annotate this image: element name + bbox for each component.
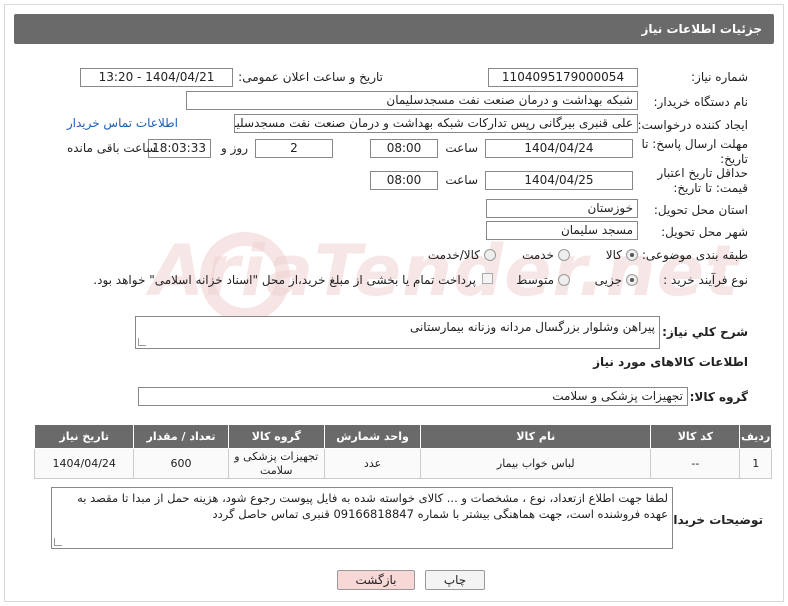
goods-section-title: اطلاعات کالاهای مورد نیاز bbox=[593, 355, 748, 369]
cell-code: -- bbox=[650, 448, 741, 479]
table-row: 1 -- لباس خواب بیمار عدد تجهیزات پزشکی و… bbox=[33, 448, 772, 479]
resize-handle-icon[interactable] bbox=[138, 338, 146, 346]
back-button[interactable]: بازگشت bbox=[337, 570, 415, 590]
buyer-contact-link[interactable]: اطلاعات تماس خریدار bbox=[67, 116, 178, 130]
price-time-label: ساعت bbox=[445, 173, 478, 187]
city-field[interactable]: مسجد سلیمان bbox=[486, 221, 638, 240]
creator-field[interactable]: علی قنبری بیرگانی رپس تدارکات شبکه بهداش… bbox=[234, 114, 638, 133]
process-option-minor: جزیی bbox=[594, 273, 622, 287]
need-number-label: شماره نیاز: bbox=[691, 70, 748, 84]
price-time-field[interactable]: 08:00 bbox=[370, 171, 438, 190]
cell-group: تجهیزات پزشکی و سلامت bbox=[227, 448, 325, 479]
announce-label: تاریخ و ساعت اعلان عمومی: bbox=[238, 70, 383, 84]
goods-group-field[interactable]: تجهیزات پزشکی و سلامت bbox=[138, 387, 688, 406]
col-row: ردیف bbox=[739, 424, 772, 449]
summary-text: پیراهن وشلوار بزرگسال مردانه وزنانه بیما… bbox=[409, 320, 655, 334]
remaining-time-field[interactable]: 18:03:33 bbox=[148, 139, 211, 158]
cell-qty: 600 bbox=[133, 448, 229, 479]
category-radio-goods[interactable] bbox=[626, 249, 638, 261]
cell-name: لباس خواب بیمار bbox=[420, 448, 652, 479]
resize-handle-icon[interactable] bbox=[54, 538, 62, 546]
process-option-medium: متوسط bbox=[516, 273, 554, 287]
category-option-service: خدمت bbox=[522, 248, 554, 262]
province-field[interactable]: خوزستان bbox=[486, 199, 638, 218]
reply-deadline-label: مهلت ارسال پاسخ: تا تاریخ: bbox=[641, 137, 748, 166]
col-code: کد کالا bbox=[650, 424, 741, 449]
days-field[interactable]: 2 bbox=[255, 139, 333, 158]
summary-label: شرح کلي نياز: bbox=[662, 325, 748, 339]
cell-row: 1 bbox=[739, 448, 772, 479]
col-date: تاریخ نیاز bbox=[33, 424, 135, 449]
creator-label: ایجاد کننده درخواست: bbox=[637, 118, 748, 132]
buyer-notes-text: لطفا جهت اطلاع ازتعداد، نوع ، مشخصات و .… bbox=[77, 491, 668, 521]
buyer-org-label: نام دستگاه خریدار: bbox=[653, 95, 749, 109]
category-option-both: کالا/خدمت bbox=[427, 248, 480, 262]
col-group: گروه کالا bbox=[227, 424, 325, 449]
col-qty: تعداد / مقدار bbox=[133, 424, 229, 449]
category-radio-both[interactable] bbox=[484, 249, 496, 261]
buyer-org-field[interactable]: شبکه بهداشت و درمان صنعت نفت مسجدسلیمان bbox=[186, 91, 638, 110]
days-label: روز و bbox=[221, 141, 248, 155]
treasury-checkbox[interactable] bbox=[482, 273, 493, 284]
process-label: نوع فرآیند خرید : bbox=[663, 273, 748, 287]
price-validity-label: حداقل تاریخ اعتبار قیمت: تا تاریخ: bbox=[657, 166, 748, 195]
city-label: شهر محل تحویل: bbox=[661, 225, 748, 239]
page-title: جزئیات اطلاعات نیاز bbox=[14, 14, 774, 44]
cell-unit: عدد bbox=[323, 448, 422, 479]
remaining-label: ساعت باقی مانده bbox=[66, 141, 156, 155]
reply-time-field[interactable]: 08:00 bbox=[370, 139, 438, 158]
buyer-notes-textarea[interactable]: لطفا جهت اطلاع ازتعداد، نوع ، مشخصات و .… bbox=[51, 487, 673, 549]
category-label: طبقه بندی موضوعی: bbox=[641, 248, 748, 262]
reply-time-label: ساعت bbox=[445, 141, 478, 155]
price-date-field[interactable]: 1404/04/25 bbox=[485, 171, 633, 190]
items-table: ردیف کد کالا نام کالا واحد شمارش گروه کا… bbox=[33, 424, 772, 479]
announce-field[interactable]: 1404/04/21 - 13:20 bbox=[80, 68, 233, 87]
payment-note: پرداخت تمام یا بخشی از مبلغ خرید،از محل … bbox=[93, 273, 476, 287]
process-radio-minor[interactable] bbox=[626, 274, 638, 286]
reply-date-field[interactable]: 1404/04/24 bbox=[485, 139, 633, 158]
need-number-field[interactable]: 1104095179000054 bbox=[488, 68, 638, 87]
category-option-goods: کالا bbox=[605, 248, 622, 262]
col-unit: واحد شمارش bbox=[323, 424, 422, 449]
goods-group-label: گروه کالا: bbox=[689, 390, 748, 404]
category-radio-service[interactable] bbox=[558, 249, 570, 261]
province-label: استان محل تحویل: bbox=[653, 203, 748, 217]
print-button[interactable]: چاپ bbox=[425, 570, 485, 590]
buyer-notes-label: توضیحات خریدار: bbox=[661, 513, 763, 527]
col-name: نام کالا bbox=[420, 424, 652, 449]
summary-textarea[interactable]: پیراهن وشلوار بزرگسال مردانه وزنانه بیما… bbox=[135, 316, 660, 349]
cell-date: 1404/04/24 bbox=[33, 448, 135, 479]
process-radio-medium[interactable] bbox=[558, 274, 570, 286]
